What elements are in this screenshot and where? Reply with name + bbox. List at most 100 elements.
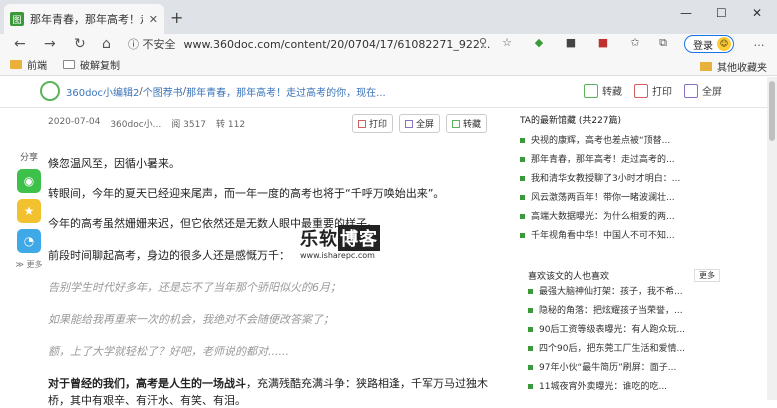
browser-toolbar: ← → ↻ ⌂ ⓘ 不安全 www.360doc.com/content/20/…	[0, 34, 777, 54]
read-count: 阅 3517	[171, 120, 207, 130]
more-button[interactable]: 更多	[694, 268, 720, 282]
list-item-text: 最强大脑神仙打架：孩子，我不希...	[539, 287, 683, 297]
tab-bar: 图 那年青春，那年高考！走过高考 ✕ + — ☐ ✕	[0, 0, 777, 34]
page-content: 360doc小编辑2 / 个图荐书 / 那年青春，那年高考！走过高考的你，现在.…	[0, 77, 777, 407]
paragraph: 倏忽温风至，因循小暑来。	[48, 157, 180, 170]
watermark-text: 乐软	[300, 229, 338, 250]
home-icon[interactable]: ⌂	[102, 34, 111, 54]
list-item-text: 千年视角看中华！中国人不可不知...	[531, 231, 675, 241]
site-logo-icon[interactable]	[40, 81, 60, 101]
article-author[interactable]: 360doc小...	[110, 117, 161, 130]
qzone-share-icon[interactable]: ★	[17, 199, 41, 223]
forward-icon[interactable]: →	[44, 34, 56, 54]
list-item[interactable]: 11城夜宵外卖曝光：谁吃的吃...	[528, 378, 720, 397]
share-count: 转 112	[216, 120, 246, 130]
meta-print-button[interactable]: 打印	[352, 114, 394, 133]
bullet-icon	[528, 289, 533, 294]
bullet-icon	[528, 308, 533, 313]
new-tab-button[interactable]: +	[170, 8, 183, 27]
back-icon[interactable]: ←	[14, 34, 26, 54]
wechat-share-icon[interactable]: ◉	[17, 169, 41, 193]
list-item[interactable]: 高端大数据曝光：为什么相爱的两...	[520, 208, 720, 227]
extension-icon[interactable]: ◆	[532, 36, 546, 50]
related-articles: 喜欢该文的人也喜欢 更多 最强大脑神仙打架：孩子，我不希... 隐秘的角落：把炫…	[528, 267, 720, 397]
list-item[interactable]: 千年视角看中华！中国人不可不知...	[520, 227, 720, 246]
bookmark-label: 破解复制	[80, 61, 120, 72]
login-button[interactable]: 登录 ☺	[684, 35, 734, 53]
folder-icon	[10, 60, 22, 69]
maximize-icon[interactable]: ☐	[716, 6, 727, 20]
bullet-icon	[528, 384, 533, 389]
meta-fullscreen-button[interactable]: 全屏	[399, 114, 441, 133]
star-icon[interactable]: ☆	[500, 36, 514, 50]
search-icon[interactable]: ⚲	[476, 36, 490, 50]
minimize-icon[interactable]: —	[680, 6, 692, 20]
list-item-text: 那年青春，那年高考！走过高考的...	[531, 155, 675, 165]
bullet-icon	[520, 195, 525, 200]
paragraph: 转眼间，今年的夏天已经迎来尾声，而一年一度的高考也将于“千呼万唤始出来”。	[48, 187, 445, 200]
bookmark-folder-frontend[interactable]: 前端	[10, 57, 47, 72]
bullet-icon	[520, 176, 525, 181]
fullscreen-icon	[684, 83, 698, 98]
meta-favorite-button[interactable]: 转藏	[446, 114, 488, 133]
bullet-icon	[520, 138, 525, 143]
extension-dark-icon[interactable]: ■	[564, 36, 578, 50]
list-item-text: 央视的康辉，高考也差点被“顶替...	[531, 136, 671, 146]
site-favicon-icon: 图	[10, 12, 24, 26]
list-item[interactable]: 90后工资等级表曝光：有人跑众玩...	[528, 321, 720, 340]
address-url[interactable]: www.360doc.com/content/20/0704/17/610822…	[184, 38, 491, 51]
list-item[interactable]: 97年小伙“最牛简历”刷屏：面子...	[528, 359, 720, 378]
favorite-button[interactable]: 转藏	[584, 83, 622, 98]
list-item[interactable]: 四个90后，把东莞工厂生活和爱情...	[528, 340, 720, 359]
browser-tab[interactable]: 图 那年青春，那年高考！走过高考 ✕	[4, 4, 164, 34]
bullet-icon	[520, 157, 525, 162]
related-title: 喜欢该文的人也喜欢	[528, 271, 610, 282]
list-item-text: 11城夜宵外卖曝光：谁吃的吃...	[539, 382, 668, 392]
list-item[interactable]: 央视的康辉，高考也差点被“顶替...	[520, 132, 720, 151]
fullscreen-button[interactable]: 全屏	[684, 83, 722, 98]
scrollbar[interactable]	[767, 77, 777, 400]
bookmark-crack-copy[interactable]: 破解复制	[63, 57, 120, 72]
bullet-icon	[528, 365, 533, 370]
list-item-text: 90后工资等级表曝光：有人跑众玩...	[539, 325, 686, 335]
other-bookmarks-label: 其他收藏夹	[717, 63, 767, 74]
avatar: ☺	[717, 37, 731, 51]
watermark-title: 乐软 博客	[300, 225, 384, 251]
meta-print-label: 打印	[369, 120, 388, 130]
window-close-icon[interactable]: ✕	[752, 6, 762, 20]
folder-icon	[700, 62, 712, 71]
list-item[interactable]: 我和清华女教授聊了3小时才明白：...	[520, 170, 720, 189]
scrollbar-thumb[interactable]	[769, 81, 775, 141]
security-status[interactable]: ⓘ 不安全	[128, 36, 176, 52]
divider	[0, 107, 777, 108]
extension-red-icon[interactable]: ■	[596, 36, 610, 50]
breadcrumb-title[interactable]: 那年青春，那年高考！走过高考的你，现在...	[186, 84, 386, 99]
share-panel: 分享 ◉ ★ ◔ ≫ 更多	[14, 150, 44, 270]
breadcrumb-site[interactable]: 360doc小编辑2	[66, 84, 139, 99]
print-button[interactable]: 打印	[634, 83, 672, 98]
list-item[interactable]: 风云激荡两百年！带你一睹波澜壮...	[520, 189, 720, 208]
bullet-icon	[528, 327, 533, 332]
collections-icon[interactable]: ⧉	[656, 36, 670, 50]
favorites-icon[interactable]: ✩	[628, 36, 642, 50]
more-menu-icon[interactable]: …	[752, 36, 766, 50]
other-bookmarks[interactable]: 其他收藏夹	[700, 59, 767, 74]
tab-close-icon[interactable]: ✕	[149, 13, 158, 26]
list-item[interactable]: 隐秘的角落：把炫耀孩子当荣誉，...	[528, 302, 720, 321]
address-bar[interactable]: ⓘ 不安全 www.360doc.com/content/20/0704/17/…	[128, 34, 520, 54]
sidebar-count: (共227篇)	[578, 116, 622, 126]
reload-icon[interactable]: ↻	[74, 34, 86, 54]
meta-actions: 打印 全屏 转藏	[352, 114, 493, 133]
quote-paragraph: 如果能给我再重来一次的机会，我绝对不会随便改答案了；	[48, 313, 334, 326]
print-icon	[358, 119, 366, 128]
article-meta: 2020-07-04 360doc小... 阅 3517 转 112	[48, 117, 255, 130]
list-item[interactable]: 最强大脑神仙打架：孩子，我不希...	[528, 283, 720, 302]
related-header: 喜欢该文的人也喜欢 更多	[528, 267, 720, 283]
share-more-link[interactable]: ≫ 更多	[14, 259, 44, 270]
bullet-icon	[520, 214, 525, 219]
breadcrumb-book[interactable]: 个图荐书	[143, 84, 183, 99]
list-item-text: 高端大数据曝光：为什么相爱的两...	[531, 212, 675, 222]
qq-share-icon[interactable]: ◔	[17, 229, 41, 253]
latest-collections: TA的最新馆藏 (共227篇) 央视的康辉，高考也差点被“顶替... 那年青春，…	[520, 113, 720, 246]
list-item[interactable]: 那年青春，那年高考！走过高考的...	[520, 151, 720, 170]
